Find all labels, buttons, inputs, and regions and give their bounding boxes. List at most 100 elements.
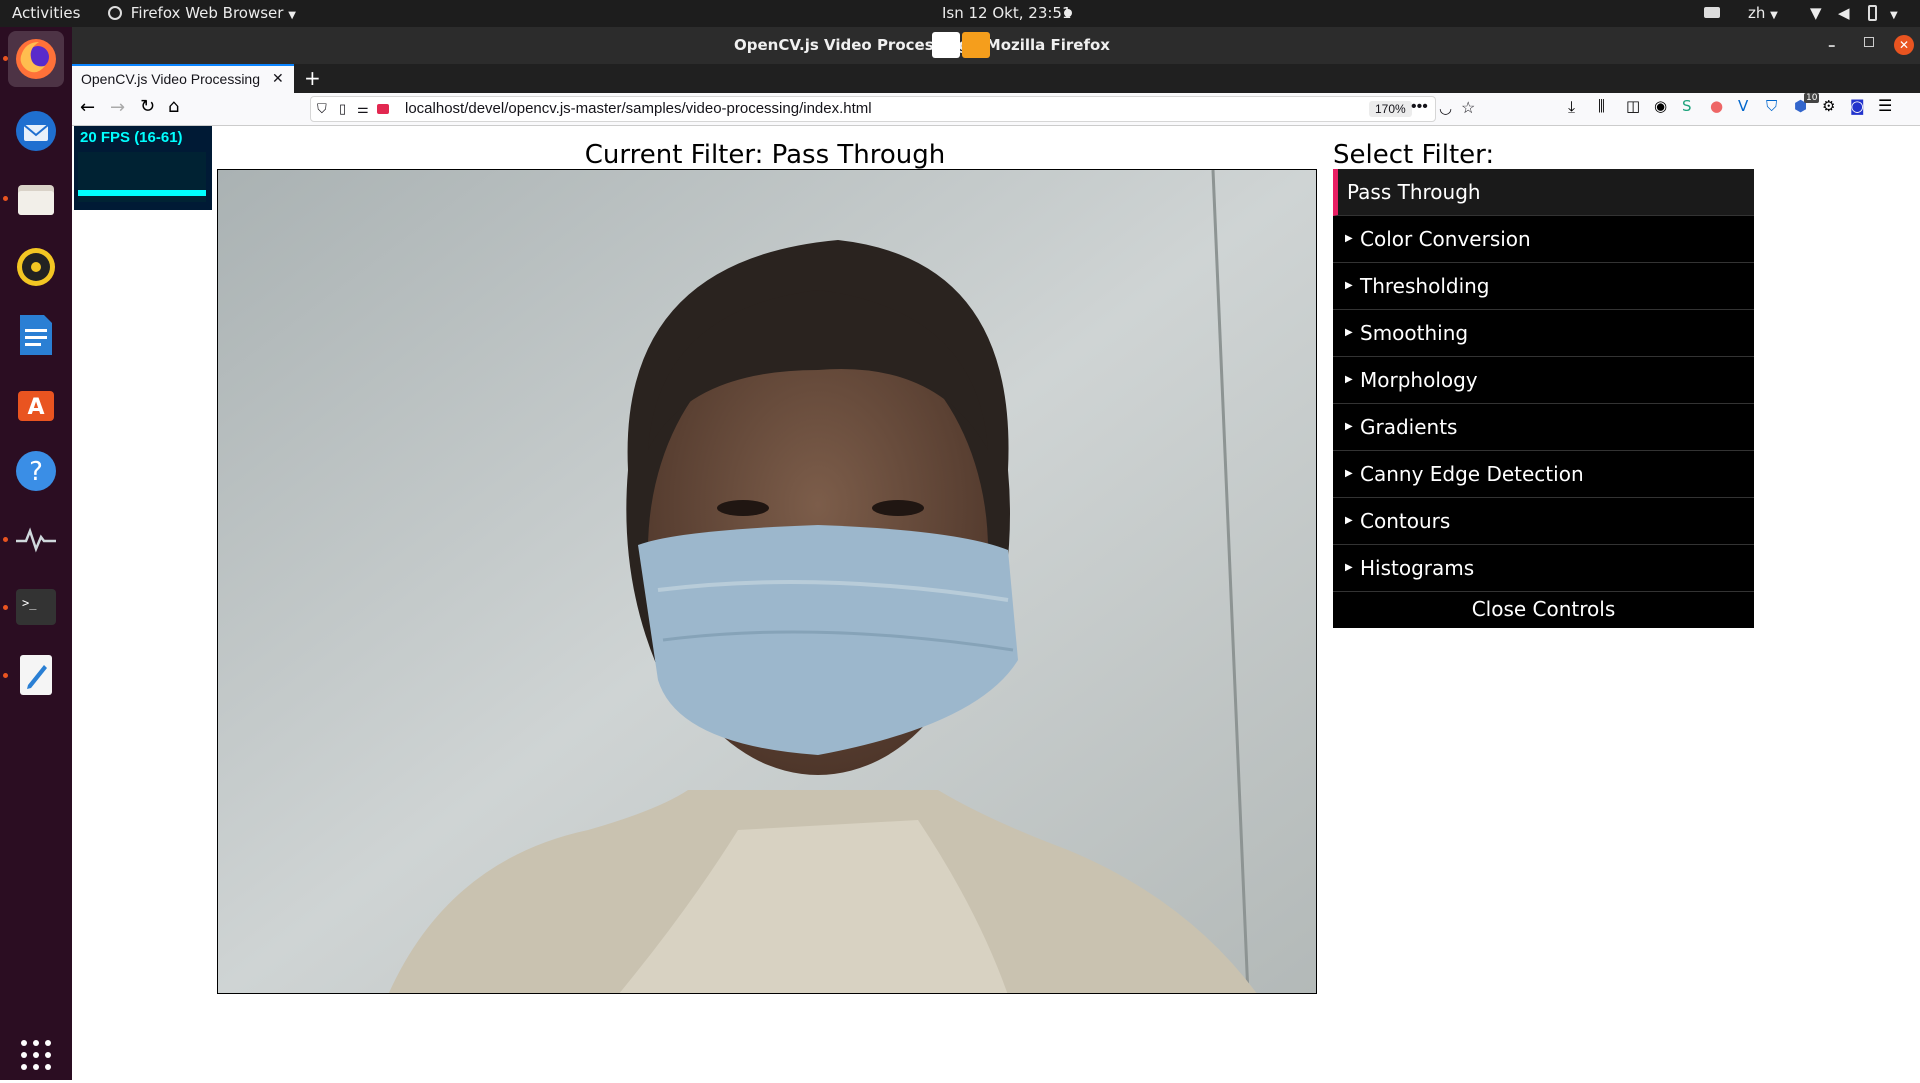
- back-icon[interactable]: ←: [80, 97, 98, 118]
- reload-icon[interactable]: ↻: [140, 96, 158, 117]
- battery-icon[interactable]: [1868, 5, 1877, 21]
- running-indicator: [3, 605, 8, 610]
- system-menu[interactable]: ▼: [1890, 4, 1898, 22]
- filter-label: Morphology: [1360, 368, 1478, 392]
- firefox-app-icon: [108, 6, 122, 20]
- extension-v-icon[interactable]: V: [1738, 97, 1756, 115]
- close-tab-icon[interactable]: ✕: [272, 70, 284, 87]
- extension-o-icon[interactable]: ◙: [1850, 97, 1868, 115]
- dock-rhythmbox[interactable]: [8, 239, 64, 295]
- webcam-feed-image: [218, 170, 1316, 993]
- show-applications-button[interactable]: [8, 1027, 64, 1083]
- svg-text:A: A: [27, 395, 44, 420]
- filter-contours[interactable]: ▶ Contours: [1333, 498, 1754, 545]
- filter-pass-through[interactable]: Pass Through: [1333, 169, 1754, 216]
- system-monitor-icon: [16, 527, 56, 553]
- caret-right-icon: ▶: [1345, 562, 1353, 573]
- caret-right-icon: ▶: [1345, 515, 1353, 526]
- account-icon[interactable]: ◉: [1654, 97, 1672, 115]
- bookmark-star-icon[interactable]: ☆: [1461, 98, 1475, 118]
- video-canvas: [217, 169, 1317, 994]
- window-titlebar: OpenCV.js Video Processing - Mozilla Fir…: [72, 27, 1920, 64]
- caret-right-icon: ▶: [1345, 468, 1353, 479]
- sidebar-icon[interactable]: ◫: [1626, 97, 1644, 115]
- filter-label: Smoothing: [1360, 321, 1469, 345]
- dock-firefox[interactable]: [8, 31, 64, 87]
- permissions-icon[interactable]: ⚌: [357, 101, 369, 117]
- volume-icon[interactable]: ◀: [1838, 4, 1850, 22]
- page-info-icon[interactable]: ▯: [339, 101, 346, 117]
- caret-right-icon: ▶: [1345, 233, 1353, 244]
- dock-help[interactable]: ?: [8, 443, 64, 499]
- dock-libreoffice-writer[interactable]: [8, 307, 64, 363]
- keyboard-icon[interactable]: [1704, 7, 1720, 18]
- zoom-level[interactable]: 170%: [1369, 101, 1412, 117]
- tracking-shield-icon[interactable]: ⛉: [317, 101, 327, 117]
- page-actions-icon[interactable]: •••: [1411, 98, 1428, 116]
- running-indicator: [3, 537, 8, 542]
- filter-smoothing[interactable]: ▶ Smoothing: [1333, 310, 1754, 357]
- fps-label: 20 FPS (16-61): [80, 129, 183, 146]
- pocket-icon[interactable]: ◡: [1439, 99, 1452, 117]
- firefox-icon: [16, 39, 56, 79]
- dock-terminal[interactable]: >_: [8, 579, 64, 635]
- new-tab-icon[interactable]: +: [304, 66, 321, 90]
- chevron-down-icon: ▼: [1770, 10, 1778, 21]
- app-menu[interactable]: Firefox Web Browser ▼: [108, 4, 296, 22]
- filter-label: Contours: [1360, 509, 1451, 533]
- hamburger-menu-icon[interactable]: ☰: [1878, 96, 1896, 115]
- close-controls-button[interactable]: Close Controls: [1333, 592, 1754, 628]
- downloads-icon[interactable]: ⤓: [1568, 97, 1586, 116]
- running-indicator: [3, 56, 8, 61]
- dock-text-editor[interactable]: [8, 647, 64, 703]
- activities-button[interactable]: Activities: [12, 4, 80, 22]
- extension-gear-icon[interactable]: ⚙: [1822, 97, 1840, 115]
- filter-gradients[interactable]: ▶ Gradients: [1333, 404, 1754, 451]
- tab-label: OpenCV.js Video Processing: [81, 71, 260, 87]
- dock-system-monitor[interactable]: [8, 511, 64, 567]
- clock[interactable]: Isn 12 Okt, 23:51: [942, 4, 1072, 22]
- filter-menu: Pass Through ▶ Color Conversion ▶ Thresh…: [1333, 169, 1754, 628]
- app-menu-label: Firefox Web Browser: [130, 4, 284, 22]
- extension-badge: 10: [1804, 93, 1820, 103]
- input-method-menu[interactable]: zh ▼: [1748, 4, 1778, 22]
- filter-histograms[interactable]: ▶ Histograms: [1333, 545, 1754, 592]
- writer-icon: [20, 315, 52, 355]
- svg-text:?: ?: [29, 457, 43, 487]
- ubuntu-dock: A ? >_: [0, 27, 72, 1080]
- rhythmbox-icon: [17, 248, 55, 286]
- current-filter-heading: Current Filter: Pass Through: [584, 140, 946, 170]
- url-bar[interactable]: ⛉ ▯ ⚌ localhost/devel/opencv.js-master/s…: [310, 96, 1475, 122]
- caret-right-icon: ▶: [1345, 327, 1353, 338]
- filter-color-conversion[interactable]: ▶ Color Conversion: [1333, 216, 1754, 263]
- dock-thunderbird[interactable]: [8, 103, 64, 159]
- page-content: 20 FPS (16-61) Current Filter: Pass Thro…: [72, 126, 1920, 1080]
- filter-canny-edge-detection[interactable]: ▶ Canny Edge Detection: [1333, 451, 1754, 498]
- maximize-icon[interactable]: [1864, 37, 1874, 47]
- dock-software[interactable]: A: [8, 375, 64, 431]
- camera-sharing-icon[interactable]: [962, 32, 990, 58]
- tab-opencv-video-processing[interactable]: OpenCV.js Video Processing ✕: [72, 64, 294, 93]
- close-window-icon[interactable]: ✕: [1894, 35, 1914, 55]
- svg-text:>_: >_: [22, 596, 37, 610]
- library-icon[interactable]: ⫼: [1598, 97, 1616, 115]
- filter-thresholding[interactable]: ▶ Thresholding: [1333, 263, 1754, 310]
- filter-morphology[interactable]: ▶ Morphology: [1333, 357, 1754, 404]
- dock-files[interactable]: [8, 171, 64, 227]
- running-indicator: [3, 673, 8, 678]
- home-icon[interactable]: ⌂: [168, 96, 186, 117]
- chevron-down-icon: ▼: [1890, 10, 1898, 21]
- extension-s-icon[interactable]: S: [1682, 97, 1700, 115]
- caret-right-icon: ▶: [1345, 280, 1353, 291]
- help-icon: ?: [16, 451, 56, 491]
- running-indicator: [3, 196, 8, 201]
- text-editor-icon: [20, 655, 52, 695]
- forward-icon[interactable]: →: [110, 97, 128, 118]
- camera-in-use-icon[interactable]: [377, 104, 389, 114]
- extension-shield-icon[interactable]: ⛉: [1766, 97, 1784, 115]
- minimize-icon[interactable]: –: [1828, 36, 1836, 54]
- extension-red-icon[interactable]: ●: [1710, 97, 1728, 115]
- wifi-icon[interactable]: ▼: [1810, 4, 1822, 22]
- filter-label: Canny Edge Detection: [1360, 462, 1584, 486]
- software-store-icon: A: [18, 391, 54, 421]
